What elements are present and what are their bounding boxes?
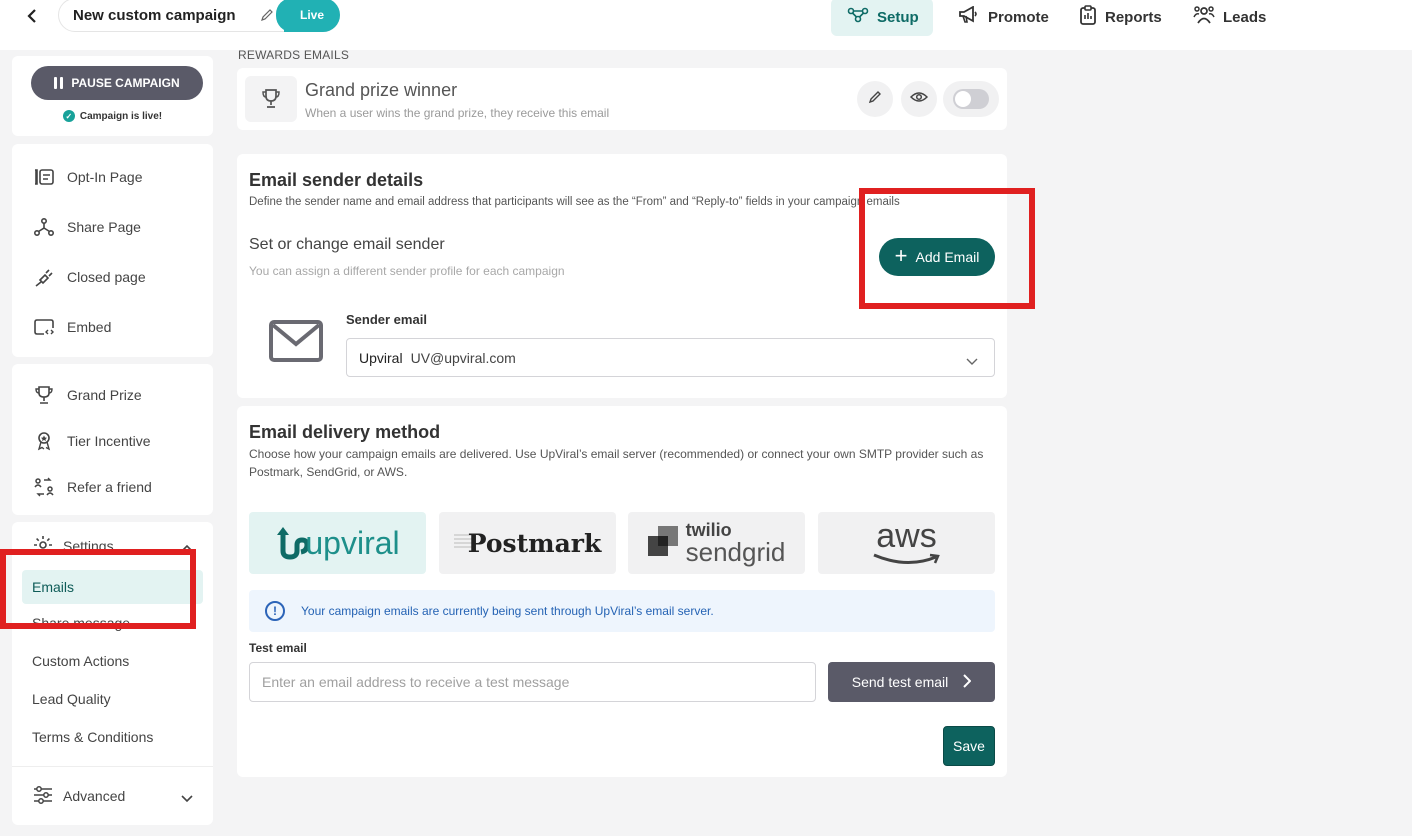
provider-sendgrid[interactable]: twilio sendgrid bbox=[628, 512, 805, 574]
pencil-icon bbox=[868, 90, 882, 109]
sliders-icon bbox=[33, 785, 53, 807]
opt-in-icon bbox=[33, 166, 55, 188]
info-icon: ! bbox=[265, 601, 285, 621]
email-description: When a user wins the grand prize, they r… bbox=[305, 106, 610, 120]
delivery-info-banner: ! Your campaign emails are currently bei… bbox=[249, 590, 995, 632]
section-description: Choose how your campaign emails are deli… bbox=[249, 447, 984, 479]
sendgrid-icon bbox=[647, 525, 678, 561]
nav-leads[interactable]: Leads bbox=[1177, 0, 1282, 36]
send-test-email-button[interactable]: Send test email bbox=[828, 662, 995, 702]
sender-email-select[interactable]: Upviral UV@upviral.com bbox=[346, 338, 995, 377]
incentives-menu: Grand Prize Tier Incentive Refer a frien… bbox=[12, 364, 213, 515]
aws-logo: aws bbox=[872, 519, 942, 567]
people-icon bbox=[1193, 5, 1215, 29]
toggle-switch[interactable] bbox=[953, 89, 989, 109]
nav-setup[interactable]: Setup bbox=[831, 0, 933, 36]
trophy-icon bbox=[33, 384, 55, 406]
chevron-down-icon bbox=[966, 353, 978, 369]
envelope-icon bbox=[269, 320, 323, 367]
sidebar-item-lead-quality[interactable]: Lead Quality bbox=[12, 680, 213, 718]
sidebar-item-opt-in-page[interactable]: Opt-In Page bbox=[12, 152, 213, 202]
share-icon bbox=[33, 216, 55, 238]
email-title: Grand prize winner bbox=[305, 80, 458, 100]
edit-email-button[interactable] bbox=[857, 81, 893, 117]
pause-campaign-button[interactable]: PAUSE CAMPAIGN bbox=[31, 66, 203, 100]
upviral-logo: upviral bbox=[275, 525, 400, 562]
campaign-title-pill: New custom campaign Live bbox=[58, 0, 340, 32]
plug-icon bbox=[33, 266, 55, 288]
provider-aws[interactable]: aws bbox=[818, 512, 995, 574]
pause-icon bbox=[54, 77, 64, 89]
campaign-control-card: PAUSE CAMPAIGN ✓ Campaign is live! bbox=[12, 56, 213, 136]
set-sender-description: You can assign a different sender profil… bbox=[249, 264, 565, 278]
sidebar-item-share-page[interactable]: Share Page bbox=[12, 202, 213, 252]
sidebar-item-grand-prize[interactable]: Grand Prize bbox=[12, 372, 213, 418]
sidebar-item-embed[interactable]: Embed bbox=[12, 302, 213, 352]
divider bbox=[12, 766, 213, 767]
medal-icon bbox=[33, 430, 55, 452]
nav-reports[interactable]: Reports bbox=[1063, 0, 1178, 36]
pages-menu: Opt-In Page Share Page Closed page Embed bbox=[12, 144, 213, 357]
sendgrid-logo: twilio sendgrid bbox=[685, 520, 786, 567]
campaign-live-status: ✓ Campaign is live! bbox=[12, 110, 213, 122]
live-status-badge[interactable]: Live bbox=[276, 0, 340, 32]
embed-icon bbox=[33, 316, 55, 338]
refer-icon bbox=[33, 476, 55, 498]
sidebar-item-refer-a-friend[interactable]: Refer a friend bbox=[12, 464, 213, 510]
section-description: Define the sender name and email address… bbox=[249, 196, 900, 208]
save-button[interactable]: Save bbox=[943, 726, 995, 766]
campaign-title: New custom campaign bbox=[73, 6, 236, 24]
clipboard-icon bbox=[1079, 5, 1097, 29]
highlight-box bbox=[0, 549, 196, 629]
provider-postmark[interactable]: Postmark bbox=[439, 512, 616, 574]
eye-icon bbox=[909, 90, 929, 108]
sidebar-item-closed-page[interactable]: Closed page bbox=[12, 252, 213, 302]
section-title: Email delivery method bbox=[249, 422, 441, 442]
email-enabled-toggle[interactable] bbox=[943, 81, 999, 117]
chevron-down-icon bbox=[181, 790, 193, 806]
provider-upviral[interactable]: upviral bbox=[249, 512, 426, 574]
rewards-emails-label: REWARDS EMAILS bbox=[238, 48, 350, 62]
chevron-right-icon bbox=[962, 673, 972, 691]
setup-icon bbox=[847, 7, 869, 27]
sender-address: UV@upviral.com bbox=[410, 349, 516, 366]
sender-name: Upviral bbox=[359, 349, 403, 366]
sidebar-item-terms-conditions[interactable]: Terms & Conditions bbox=[12, 718, 213, 756]
top-bar: New custom campaign Live Setup Promote R… bbox=[0, 0, 1412, 50]
postmark-logo: Postmark bbox=[467, 528, 602, 558]
megaphone-icon bbox=[958, 5, 980, 28]
email-delivery-card: Email delivery method Choose how your ca… bbox=[237, 406, 1007, 777]
sender-email-label: Sender email bbox=[346, 312, 427, 327]
section-title: Email sender details bbox=[249, 170, 424, 190]
highlight-box bbox=[859, 188, 1035, 309]
grand-prize-email-card: Grand prize winner When a user wins the … bbox=[237, 68, 1007, 130]
preview-email-button[interactable] bbox=[901, 81, 937, 117]
check-circle-icon: ✓ bbox=[62, 110, 75, 122]
nav-promote[interactable]: Promote bbox=[942, 0, 1065, 36]
back-arrow-icon[interactable] bbox=[20, 4, 44, 28]
test-email-input[interactable] bbox=[249, 662, 816, 702]
sidebar-item-tier-incentive[interactable]: Tier Incentive bbox=[12, 418, 213, 464]
test-email-label: Test email bbox=[249, 641, 307, 655]
trophy-icon bbox=[245, 76, 297, 122]
sidebar-item-custom-actions[interactable]: Custom Actions bbox=[12, 642, 213, 680]
advanced-section-toggle[interactable]: Advanced bbox=[12, 776, 213, 816]
set-sender-title: Set or change email sender bbox=[249, 236, 445, 253]
